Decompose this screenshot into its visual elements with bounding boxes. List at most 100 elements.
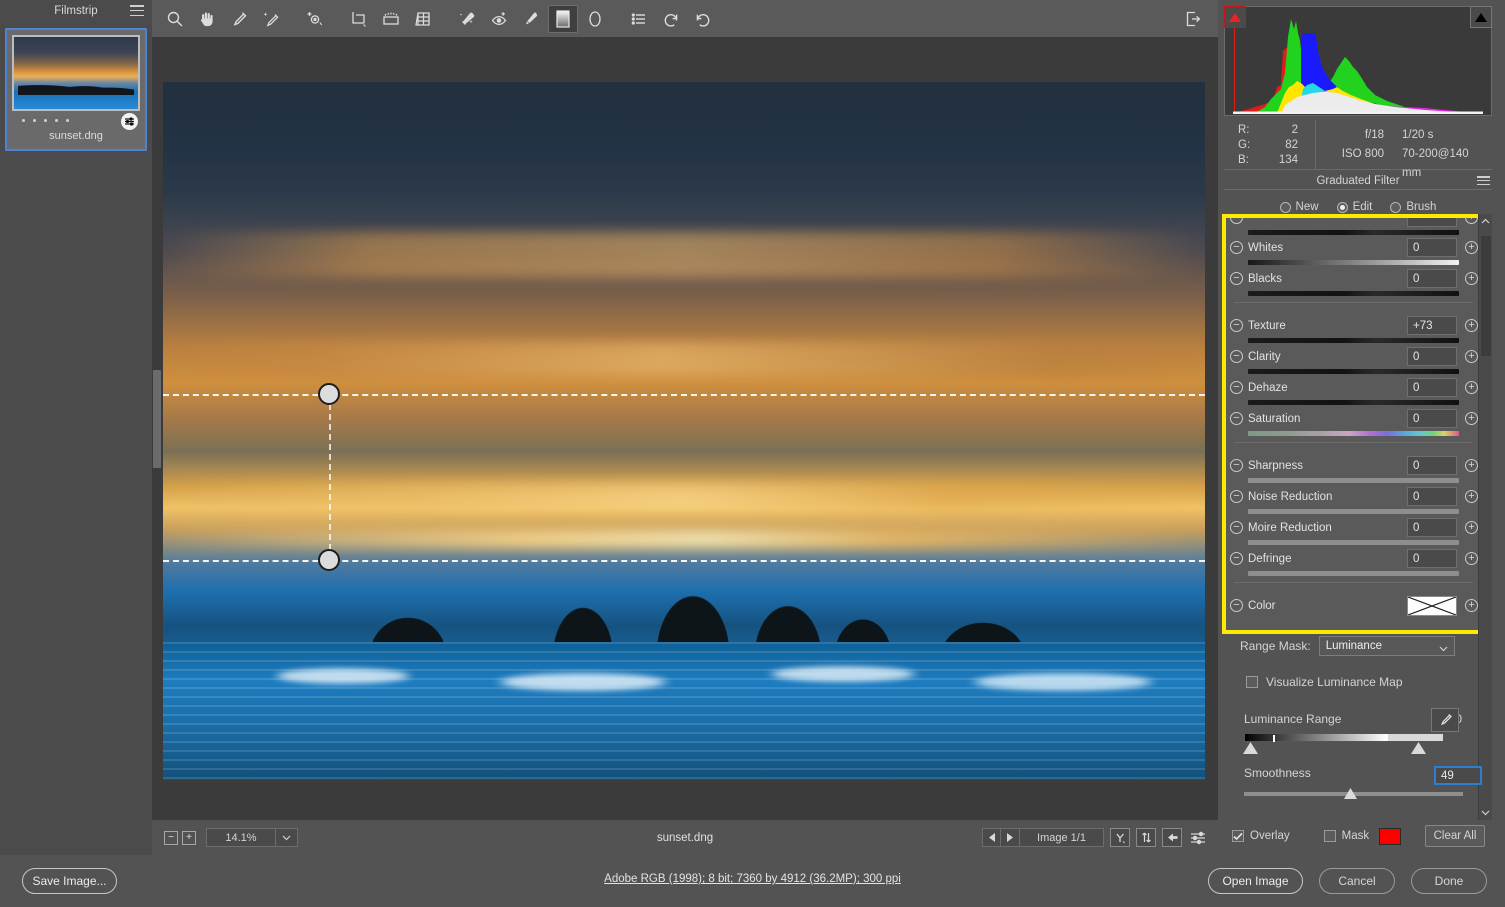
- slider-value[interactable]: 0: [1407, 549, 1457, 568]
- smoothness-value[interactable]: 49: [1434, 766, 1482, 785]
- spot-removal-tool[interactable]: [452, 5, 482, 33]
- rating-dots[interactable]: [22, 119, 69, 122]
- blacks-slider[interactable]: − + Blacks 0: [1226, 267, 1481, 297]
- histogram[interactable]: [1224, 6, 1492, 116]
- graduated-filter-end-pin[interactable]: [318, 549, 340, 571]
- transform-tool[interactable]: [408, 5, 438, 33]
- luminance-range-min-thumb[interactable]: [1243, 742, 1258, 754]
- overlay-toggle[interactable]: Overlay: [1232, 830, 1290, 842]
- noise-reduction-slider[interactable]: − + Noise Reduction 0: [1226, 485, 1481, 515]
- sliders-icon[interactable]: [1188, 828, 1208, 847]
- radial-filter-tool[interactable]: [580, 5, 610, 33]
- zoom-tool[interactable]: [160, 5, 190, 33]
- slider-track[interactable]: [1248, 338, 1459, 343]
- partial-top-slider[interactable]: − +: [1226, 218, 1481, 236]
- increase-icon[interactable]: +: [1465, 241, 1478, 254]
- range-mask-select[interactable]: Luminance: [1318, 636, 1455, 656]
- increase-icon[interactable]: +: [1465, 552, 1478, 565]
- slider-track[interactable]: [1248, 291, 1459, 296]
- decrease-icon[interactable]: −: [1230, 412, 1243, 425]
- adjustment-brush-tool[interactable]: [516, 5, 546, 33]
- increase-icon[interactable]: +: [1465, 319, 1478, 332]
- decrease-icon[interactable]: −: [1230, 381, 1243, 394]
- thumbnail-image[interactable]: [12, 35, 140, 111]
- graduated-filter-tool[interactable]: [548, 4, 578, 33]
- preview-image[interactable]: [163, 82, 1205, 780]
- slider-value[interactable]: +73: [1407, 316, 1457, 335]
- whites-slider[interactable]: − + Whites 0: [1226, 236, 1481, 266]
- slider-track[interactable]: [1248, 431, 1459, 436]
- white-balance-tool[interactable]: [224, 5, 254, 33]
- slider-track[interactable]: [1248, 478, 1459, 483]
- slider-track[interactable]: [1248, 540, 1459, 545]
- increase-icon[interactable]: +: [1465, 599, 1478, 612]
- texture-slider[interactable]: − + Texture +73: [1226, 314, 1481, 344]
- done-button[interactable]: Done: [1411, 868, 1487, 894]
- canvas-scrollbar[interactable]: [153, 370, 161, 468]
- slider-value[interactable]: 0: [1407, 347, 1457, 366]
- cancel-button[interactable]: Cancel: [1319, 868, 1395, 894]
- increase-icon[interactable]: +: [1465, 459, 1478, 472]
- overlay-checkbox[interactable]: [1232, 830, 1244, 842]
- mode-radio-edit[interactable]: Edit: [1336, 201, 1372, 213]
- color-swatch-row[interactable]: − + Color: [1226, 594, 1481, 624]
- moire-reduction-slider[interactable]: − + Moire Reduction 0: [1226, 516, 1481, 546]
- mask-color-swatch[interactable]: [1379, 827, 1401, 845]
- decrease-icon[interactable]: −: [1230, 459, 1243, 472]
- slider-track[interactable]: [1248, 369, 1459, 374]
- slider-track[interactable]: [1248, 400, 1459, 405]
- increase-icon[interactable]: +: [1465, 412, 1478, 425]
- next-image-button[interactable]: [1001, 828, 1020, 847]
- mask-checkbox[interactable]: [1323, 830, 1336, 842]
- slider-value[interactable]: 0: [1407, 409, 1457, 428]
- swap-arrows-icon[interactable]: [1136, 828, 1156, 847]
- slider-track[interactable]: [1248, 260, 1459, 265]
- color-swatch[interactable]: [1407, 596, 1457, 616]
- redo-tool[interactable]: [688, 5, 718, 33]
- filmstrip-thumbnail-item[interactable]: sunset.dng: [5, 28, 147, 151]
- clarity-slider[interactable]: − + Clarity 0: [1226, 345, 1481, 375]
- slider-value[interactable]: 0: [1407, 518, 1457, 537]
- sharpness-slider[interactable]: − + Sharpness 0: [1226, 454, 1481, 484]
- visualize-luminance-map-row[interactable]: Visualize Luminance Map: [1246, 675, 1403, 689]
- visualize-luminance-map-checkbox[interactable]: [1246, 676, 1258, 688]
- scrollbar-thumb[interactable]: [1481, 236, 1491, 356]
- crop-tool[interactable]: [344, 5, 374, 33]
- defringe-slider[interactable]: − + Defringe 0: [1226, 547, 1481, 577]
- mode-radio-brush[interactable]: Brush: [1390, 201, 1436, 213]
- red-eye-tool[interactable]: [484, 5, 514, 33]
- previous-image-button[interactable]: [982, 828, 1001, 847]
- slider-track[interactable]: [1248, 230, 1459, 235]
- slider-track[interactable]: [1248, 509, 1459, 514]
- slider-value[interactable]: [1407, 218, 1457, 227]
- hand-tool[interactable]: [192, 5, 222, 33]
- decrease-icon[interactable]: −: [1230, 490, 1243, 503]
- luminance-range-track[interactable]: [1244, 733, 1444, 742]
- straighten-tool[interactable]: [376, 5, 406, 33]
- decrease-icon[interactable]: −: [1230, 552, 1243, 565]
- y-channel-icon[interactable]: [1110, 828, 1130, 847]
- decrease-icon[interactable]: −: [1230, 272, 1243, 285]
- mask-toggle[interactable]: Mask: [1323, 830, 1369, 842]
- open-preferences-icon[interactable]: [1178, 5, 1208, 33]
- decrease-icon[interactable]: −: [1230, 319, 1243, 332]
- decrease-icon[interactable]: −: [1230, 521, 1243, 534]
- undo-tool[interactable]: [656, 5, 686, 33]
- increase-icon[interactable]: +: [1465, 272, 1478, 285]
- decrease-icon[interactable]: −: [1230, 599, 1243, 612]
- presets-tool[interactable]: [624, 5, 654, 33]
- saturation-slider[interactable]: − + Saturation 0: [1226, 407, 1481, 437]
- dehaze-slider[interactable]: − + Dehaze 0: [1226, 376, 1481, 406]
- increase-icon[interactable]: +: [1465, 490, 1478, 503]
- targeted-adjustment-tool[interactable]: [300, 5, 330, 33]
- increase-icon[interactable]: +: [1465, 218, 1478, 224]
- decrease-icon[interactable]: −: [1230, 350, 1243, 363]
- graduated-filter-start-pin[interactable]: [318, 383, 340, 405]
- luminance-eyedropper-button[interactable]: [1431, 708, 1459, 732]
- slider-value[interactable]: 0: [1407, 378, 1457, 397]
- decrease-icon[interactable]: −: [1230, 241, 1243, 254]
- decrease-icon[interactable]: −: [1230, 218, 1243, 224]
- arrow-left-icon[interactable]: [1162, 828, 1182, 847]
- slider-value[interactable]: 0: [1407, 238, 1457, 257]
- hamburger-icon[interactable]: [1477, 176, 1490, 185]
